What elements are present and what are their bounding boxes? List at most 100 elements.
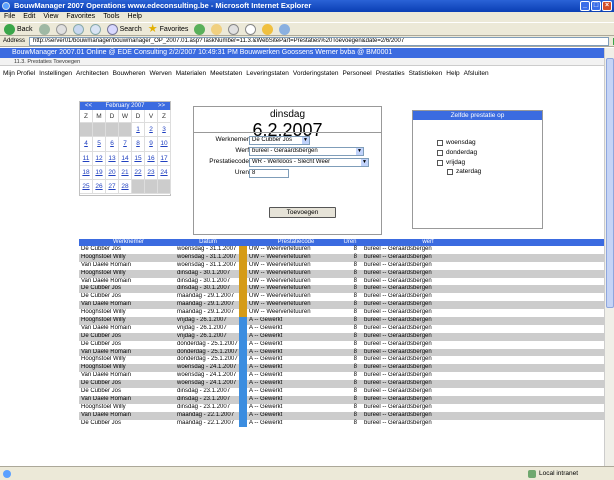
table-row[interactable]: Hooghstoel Willy donderdag - 25.1.2007 A -… bbox=[79, 356, 604, 365]
calendar-day[interactable]: 19 bbox=[93, 165, 106, 181]
checkbox-vrijdag[interactable]: vrijdag bbox=[437, 159, 465, 166]
nav-werven[interactable]: Werven bbox=[149, 68, 171, 79]
menu-favorites[interactable]: Favorites bbox=[66, 12, 95, 22]
table-row[interactable]: Van Daele Romain woensdag - 31.1.2007 UW -… bbox=[79, 261, 604, 270]
nav-personeel[interactable]: Personeel bbox=[342, 68, 371, 79]
calendar-day[interactable]: 14 bbox=[119, 151, 132, 166]
table-row[interactable]: Van Daele Romain maandag - 29.1.2007 UW --… bbox=[79, 301, 604, 310]
calendar-day[interactable]: 13 bbox=[106, 151, 119, 166]
calendar-day[interactable]: 23 bbox=[145, 165, 158, 181]
calendar-prev-link[interactable]: << bbox=[85, 102, 92, 110]
table-row[interactable]: Hooghstoel Willy woensdag - 24.1.2007 A --… bbox=[79, 364, 604, 373]
calendar-day[interactable]: 12 bbox=[93, 151, 106, 166]
nav-architecten[interactable]: Architecten bbox=[76, 68, 109, 79]
address-input[interactable]: http://server01/bouwmanager/bouwmanager_… bbox=[29, 36, 610, 46]
calendar-day[interactable]: 16 bbox=[145, 151, 158, 166]
menu-view[interactable]: View bbox=[43, 12, 58, 22]
nav-vorderingstaten[interactable]: Vorderingstaten bbox=[293, 68, 339, 79]
nav-mijn-profiel[interactable]: Mijn Profiel bbox=[3, 68, 35, 79]
table-row[interactable]: De Cubber Jos dinsdag - 23.1.2007 A -- Gew… bbox=[79, 388, 604, 396]
calendar-day[interactable]: 1 bbox=[132, 123, 145, 138]
menu-help[interactable]: Help bbox=[128, 12, 142, 22]
calendar-day[interactable]: 21 bbox=[119, 165, 132, 181]
home-icon[interactable] bbox=[89, 23, 101, 35]
col-datum[interactable]: Datum bbox=[176, 239, 239, 246]
table-row[interactable]: Hooghstoel Willy maandag - 29.1.2007 UW --… bbox=[79, 309, 604, 318]
forward-button[interactable] bbox=[38, 23, 50, 35]
nav-instellingen[interactable]: Instellingen bbox=[39, 68, 72, 79]
calendar-day[interactable]: 6 bbox=[106, 137, 119, 152]
toevoegen-button[interactable]: Toevoegen bbox=[269, 207, 336, 218]
prestatiecode-select[interactable]: WR - Werkloos - Slecht Weer ▼ bbox=[249, 158, 369, 167]
table-row[interactable]: Hooghstoel Willy dinsdag - 30.1.2007 UW --… bbox=[79, 269, 604, 278]
col-werf[interactable]: werf bbox=[360, 239, 492, 246]
table-row[interactable]: Van Daele Romain vrijdag - 26.1.2007 A -- … bbox=[79, 324, 604, 333]
werknemer-select[interactable]: De Cubber Jos ▼ bbox=[249, 136, 310, 145]
calendar-day[interactable]: 28 bbox=[119, 180, 132, 195]
edit-icon[interactable] bbox=[245, 23, 257, 35]
nav-bouwheren[interactable]: Bouwheren bbox=[113, 68, 146, 79]
nav-meetstaten[interactable]: Meetstaten bbox=[210, 68, 242, 79]
calendar-day[interactable]: 26 bbox=[93, 180, 106, 195]
nav-leveringstaten[interactable]: Leveringstaten bbox=[246, 68, 289, 79]
table-row[interactable]: Van Daele Romain dinsdag - 30.1.2007 UW --… bbox=[79, 277, 604, 286]
table-row[interactable]: Hooghstoel Willy vrijdag - 26.1.2007 A -- … bbox=[79, 317, 604, 325]
col-uren[interactable]: Uren bbox=[343, 239, 360, 246]
nav-help[interactable]: Help bbox=[446, 68, 459, 79]
favorites-button[interactable]: ★ Favorites bbox=[148, 24, 189, 35]
menu-edit[interactable]: Edit bbox=[23, 12, 35, 22]
stop-icon[interactable] bbox=[55, 23, 67, 35]
table-row[interactable]: De Cubber Jos donderdag - 25.1.2007 A -- G… bbox=[79, 340, 604, 349]
table-row[interactable]: Van Daele Romain maandag - 22.1.2007 A -- … bbox=[79, 411, 604, 420]
nav-afsluiten[interactable]: Afsluiten bbox=[464, 68, 489, 79]
calendar-day[interactable]: 22 bbox=[132, 165, 145, 181]
messenger-icon[interactable] bbox=[279, 23, 291, 35]
calendar-day[interactable]: 10 bbox=[158, 137, 171, 152]
vertical-scrollbar[interactable] bbox=[604, 48, 614, 466]
table-row[interactable]: Van Daele Romain donderdag - 25.1.2007 A -… bbox=[79, 348, 604, 357]
werf-select[interactable]: bureel - Geraardsbergen ▼ bbox=[249, 147, 364, 156]
maximize-button[interactable]: □ bbox=[591, 1, 601, 11]
calendar-next-link[interactable]: >> bbox=[158, 102, 165, 110]
mail-icon[interactable] bbox=[211, 23, 223, 35]
table-row[interactable]: De Cubber Jos woensdag - 31.1.2007 UW -- W… bbox=[79, 246, 604, 254]
checkbox-woensdag[interactable]: woensdag bbox=[437, 139, 476, 146]
table-row[interactable]: Van Daele Romain woensdag - 24.1.2007 A --… bbox=[79, 372, 604, 381]
calendar-day[interactable]: 11 bbox=[80, 151, 93, 166]
calendar-day[interactable]: 3 bbox=[158, 123, 171, 138]
table-row[interactable]: Hooghstoel Willy dinsdag - 23.1.2007 A -- … bbox=[79, 403, 604, 412]
calendar-day[interactable]: 9 bbox=[145, 137, 158, 152]
table-row[interactable]: De Cubber Jos maandag - 29.1.2007 UW -- We… bbox=[79, 293, 604, 302]
table-row[interactable]: De Cubber Jos maandag - 22.1.2007 A -- Gew… bbox=[79, 419, 604, 428]
minimize-button[interactable]: _ bbox=[580, 1, 590, 11]
calendar-day[interactable]: 25 bbox=[80, 180, 93, 195]
checkbox-zaterdag[interactable]: zaterdag bbox=[447, 168, 481, 175]
calendar-day[interactable]: 15 bbox=[132, 151, 145, 166]
nav-prestaties[interactable]: Prestaties bbox=[376, 68, 405, 79]
uren-input[interactable]: 8 bbox=[249, 169, 289, 178]
menu-tools[interactable]: Tools bbox=[103, 12, 119, 22]
calendar-day[interactable]: 7 bbox=[119, 137, 132, 152]
history-icon[interactable] bbox=[194, 23, 206, 35]
table-row[interactable]: Van Daele Romain dinsdag - 23.1.2007 A -- … bbox=[79, 395, 604, 404]
close-button[interactable]: × bbox=[602, 1, 612, 11]
calendar-day[interactable]: 17 bbox=[158, 151, 171, 166]
table-row[interactable]: De Cubber Jos dinsdag - 30.1.2007 UW -- We… bbox=[79, 285, 604, 294]
refresh-icon[interactable] bbox=[72, 23, 84, 35]
table-row[interactable]: De Cubber Jos vrijdag - 26.1.2007 A -- Gew… bbox=[79, 332, 604, 341]
calendar-day[interactable]: 2 bbox=[145, 123, 158, 138]
table-row[interactable]: De Cubber Jos woensdag - 24.1.2007 A -- Ge… bbox=[79, 380, 604, 389]
calendar-day[interactable]: 5 bbox=[93, 137, 106, 152]
calendar-day[interactable]: 20 bbox=[106, 165, 119, 181]
calendar-day[interactable]: 24 bbox=[158, 165, 171, 181]
folder-icon[interactable] bbox=[262, 23, 274, 35]
col-werknemer[interactable]: Werknemer bbox=[79, 239, 176, 246]
scrollbar-thumb[interactable] bbox=[606, 58, 614, 308]
checkbox-donderdag[interactable]: donderdag bbox=[437, 149, 477, 156]
col-prestatiecode[interactable]: Prestatiecode bbox=[247, 239, 343, 246]
calendar-day[interactable]: 27 bbox=[106, 180, 119, 195]
table-row[interactable]: Hooghstoel Willy woensdag - 31.1.2007 UW -… bbox=[79, 253, 604, 262]
search-button[interactable]: Search bbox=[106, 23, 142, 35]
nav-materialen[interactable]: Materialen bbox=[176, 68, 206, 79]
print-icon[interactable] bbox=[228, 23, 240, 35]
